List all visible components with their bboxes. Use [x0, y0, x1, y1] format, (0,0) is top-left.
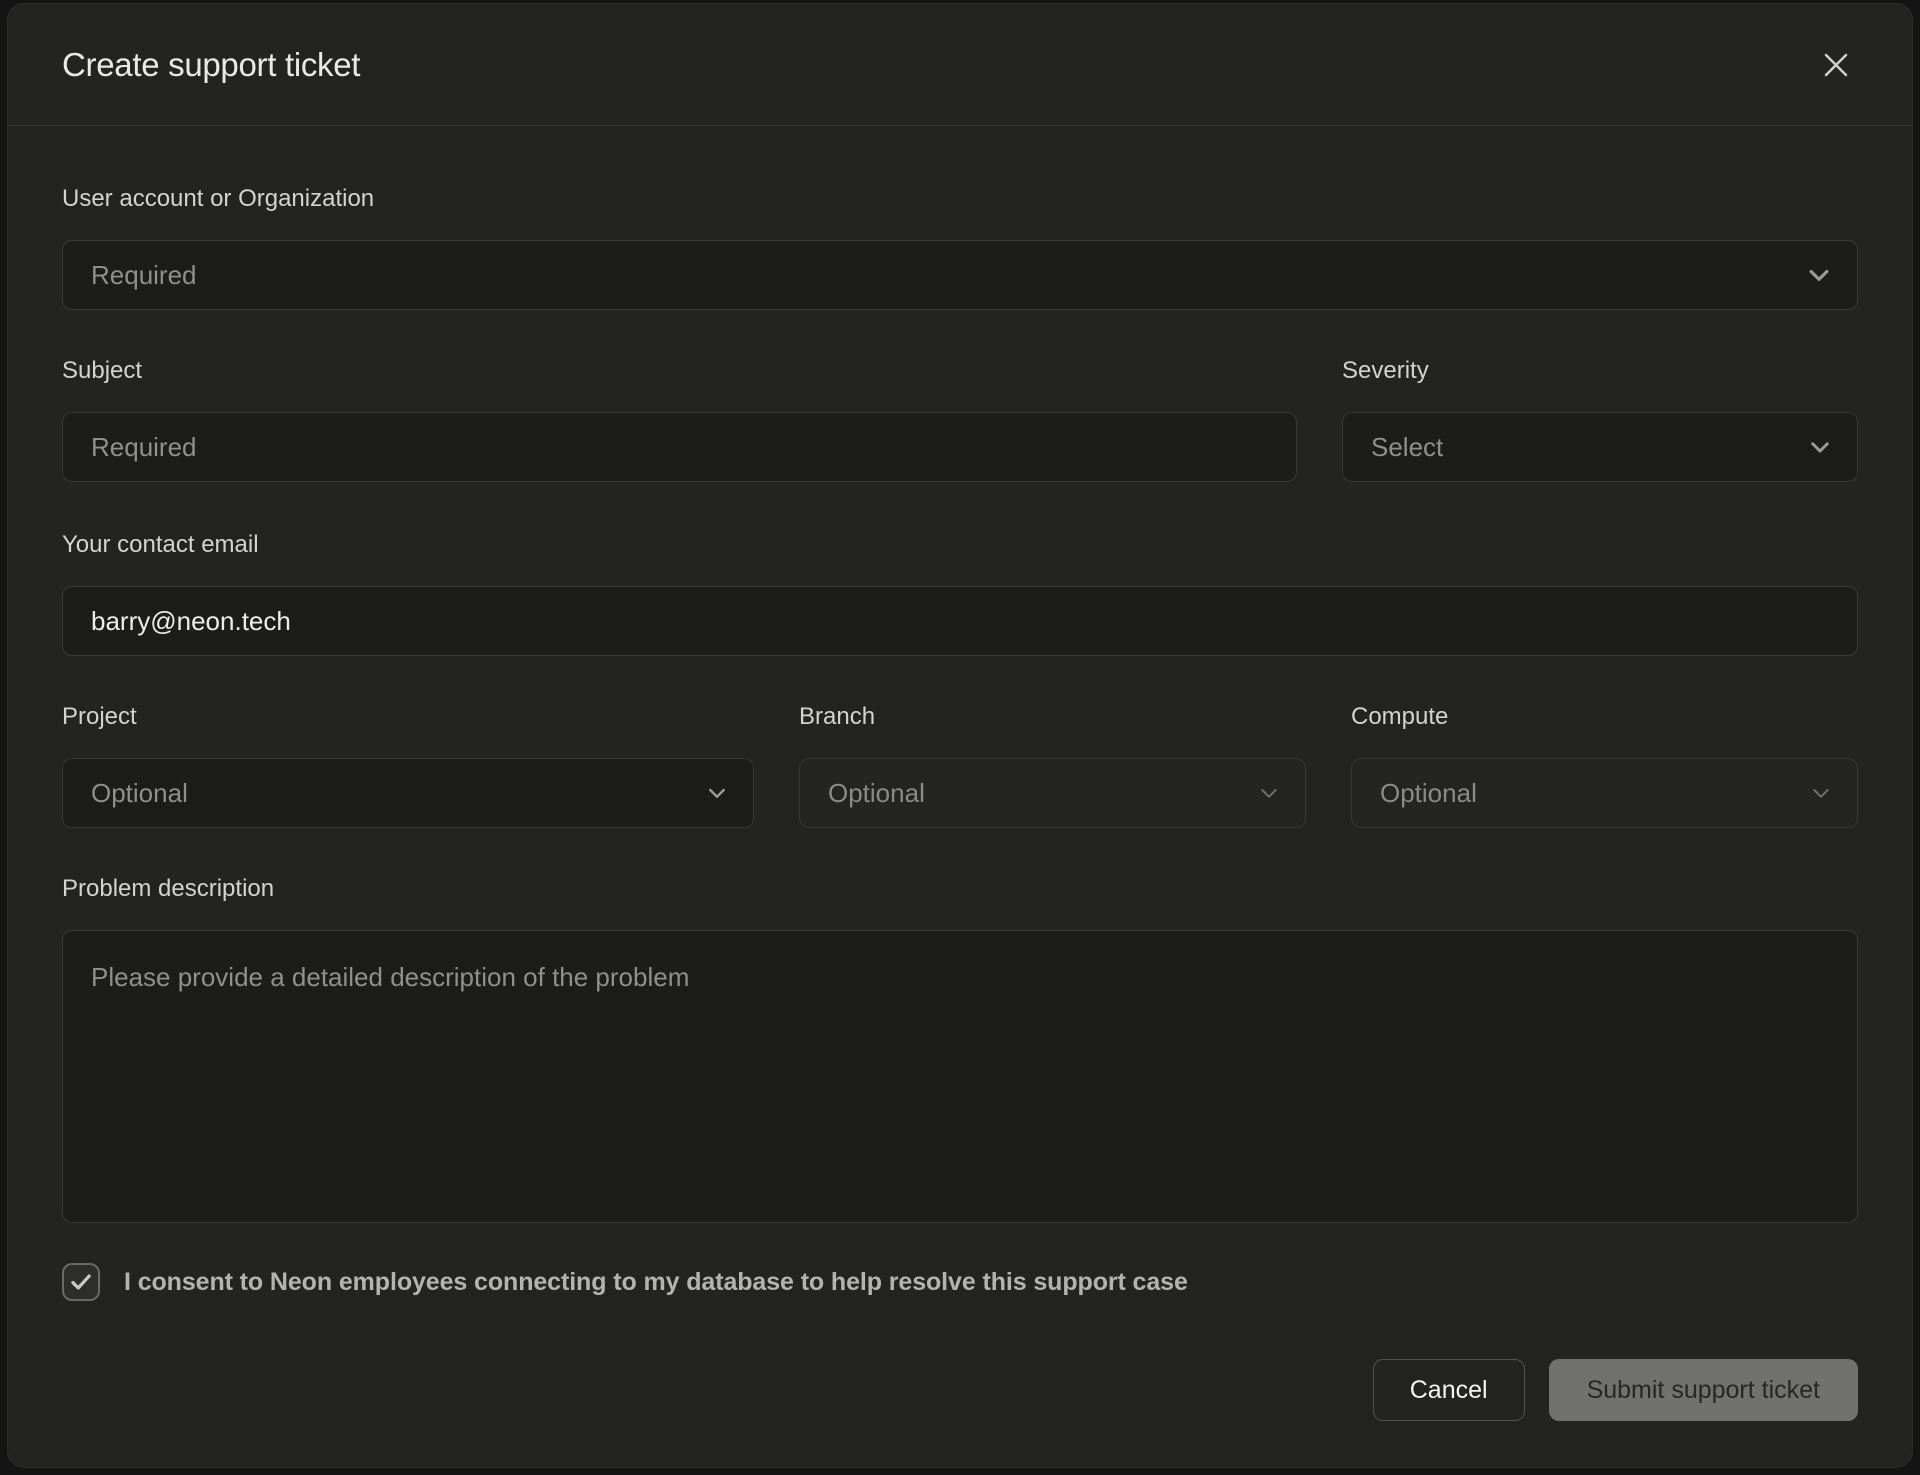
description-field-group: Problem description: [62, 874, 1858, 1223]
account-field-group: User account or Organization Required: [62, 184, 1858, 310]
account-select[interactable]: Required: [62, 240, 1858, 310]
subject-input[interactable]: [62, 412, 1297, 482]
cancel-button[interactable]: Cancel: [1373, 1359, 1525, 1421]
chevron-down-icon: [705, 781, 729, 805]
severity-label: Severity: [1342, 356, 1858, 386]
branch-label: Branch: [799, 702, 1306, 732]
subject-label: Subject: [62, 356, 1297, 386]
project-select-value: Optional: [91, 778, 188, 809]
close-button[interactable]: [1814, 43, 1858, 87]
account-select-value: Required: [91, 260, 197, 291]
dialog-title: Create support ticket: [62, 46, 360, 84]
create-support-ticket-dialog: Create support ticket User account or Or…: [8, 4, 1912, 1467]
checkmark-icon: [68, 1269, 94, 1295]
branch-field-group: Branch Optional: [799, 702, 1306, 828]
subject-field-group: Subject: [62, 356, 1297, 482]
project-field-group: Project Optional: [62, 702, 754, 828]
consent-row: I consent to Neon employees connecting t…: [62, 1263, 1858, 1301]
email-input[interactable]: [62, 586, 1858, 656]
chevron-down-icon: [1809, 781, 1833, 805]
project-branch-compute-row: Project Optional Branch Optional: [62, 702, 1858, 828]
compute-field-group: Compute Optional: [1351, 702, 1858, 828]
compute-label: Compute: [1351, 702, 1858, 732]
severity-field-group: Severity Select: [1342, 356, 1858, 482]
email-label: Your contact email: [62, 530, 1858, 560]
account-label: User account or Organization: [62, 184, 1858, 214]
close-icon: [1817, 46, 1855, 84]
dialog-body: User account or Organization Required Su…: [8, 126, 1912, 1468]
project-label: Project: [62, 702, 754, 732]
description-label: Problem description: [62, 874, 1858, 904]
consent-label[interactable]: I consent to Neon employees connecting t…: [124, 1268, 1188, 1297]
chevron-down-icon: [1807, 434, 1833, 460]
dialog-footer: Cancel Submit support ticket: [62, 1359, 1858, 1421]
email-field-group: Your contact email: [62, 530, 1858, 656]
compute-select[interactable]: Optional: [1351, 758, 1858, 828]
branch-select-value: Optional: [828, 778, 925, 809]
severity-select-value: Select: [1371, 432, 1443, 463]
chevron-down-icon: [1257, 781, 1281, 805]
compute-select-value: Optional: [1380, 778, 1477, 809]
subject-severity-row: Subject Severity Select: [62, 356, 1858, 482]
chevron-down-icon: [1805, 261, 1833, 289]
consent-checkbox[interactable]: [62, 1263, 100, 1301]
description-textarea[interactable]: [62, 930, 1858, 1223]
branch-select[interactable]: Optional: [799, 758, 1306, 828]
severity-select[interactable]: Select: [1342, 412, 1858, 482]
submit-support-ticket-button[interactable]: Submit support ticket: [1549, 1359, 1858, 1421]
dialog-header: Create support ticket: [8, 4, 1912, 126]
project-select[interactable]: Optional: [62, 758, 754, 828]
